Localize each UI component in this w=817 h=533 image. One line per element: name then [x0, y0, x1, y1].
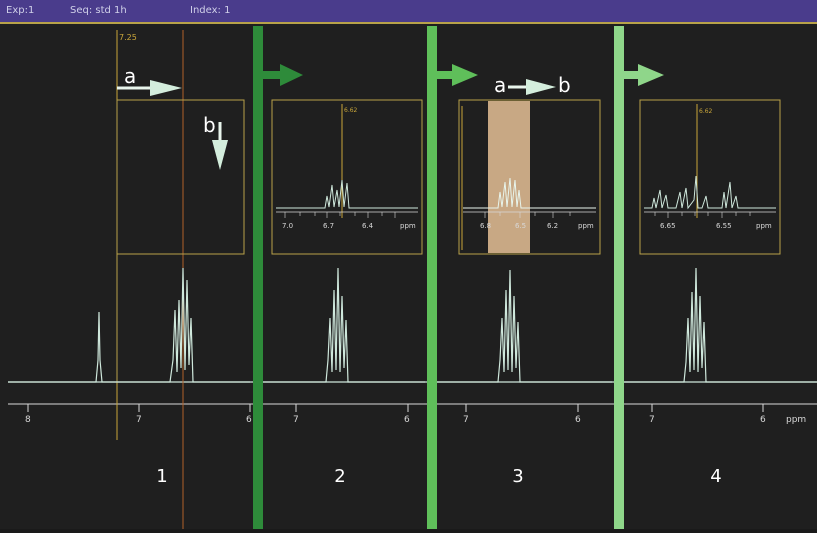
title-bar: Exp:1 Seq: std 1h Index: 1 [0, 0, 817, 24]
annotation-b: b [203, 113, 216, 137]
inset-unit-label: ppm [756, 222, 772, 230]
inset-cursor-readout: 6.62 [344, 107, 358, 114]
panel-number-4: 4 [710, 466, 721, 487]
inset-zoom-view[interactable] [271, 99, 423, 255]
inset-cursor-readout: 6.62 [699, 108, 713, 115]
inset-unit-label: ppm [578, 222, 594, 230]
spectrum-peaks-2 [263, 267, 425, 383]
panel-1: 7.25 a b 8 7 6 1 [8, 30, 252, 529]
integral-selection-region[interactable] [488, 101, 530, 253]
inset-unit-label: ppm [400, 222, 416, 230]
zoom-selection-box[interactable] [116, 99, 245, 255]
sequence-label: Seq: std 1h [70, 5, 127, 16]
axis-tick-label: 6 [246, 415, 252, 425]
axis-tick-label: 6 [760, 415, 766, 425]
annotation-a-to-b-b: b [558, 73, 571, 97]
arrow-a-to-b-icon [508, 79, 556, 95]
axis-tick-label: 6 [575, 415, 581, 425]
spectrum-view[interactable]: 7.25 a b 8 7 6 1 6.62 7.0 6.7 6.4 ppm 7 … [0, 24, 817, 529]
cursor-ppm-readout: 7.25 [119, 33, 137, 42]
panel-3: a b 6.8 6.5 6.2 ppm 7 6 3 [437, 73, 612, 487]
spectrum-peaks-4 [624, 267, 817, 383]
step-arrow-icon [280, 64, 303, 86]
inset-tick-label: 6.65 [660, 222, 676, 230]
step-arrow-icon [452, 64, 478, 86]
inset-zoom-view[interactable] [639, 99, 781, 255]
annotation-a-to-b-a: a [494, 73, 506, 97]
step-arrow-icon [638, 64, 664, 86]
axis-ticks-3 [465, 404, 579, 412]
panel-number-2: 2 [334, 466, 345, 487]
index-label: Index: 1 [190, 5, 231, 16]
annotation-a: a [124, 64, 136, 88]
axis-tick-label: 7 [649, 415, 655, 425]
axis-ticks-2 [295, 404, 409, 412]
spectrum-peaks-3 [437, 269, 612, 383]
axis-tick-label: 6 [404, 415, 410, 425]
axis-unit-label: ppm [786, 415, 806, 425]
inset-tick-label: 6.55 [716, 222, 732, 230]
spectrum-canvas[interactable]: 7.25 a b 8 7 6 1 6.62 7.0 6.7 6.4 ppm 7 … [0, 24, 817, 529]
inset-tick-label: 6.4 [362, 222, 374, 230]
axis-tick-label: 8 [25, 415, 31, 425]
panel-number-3: 3 [512, 466, 523, 487]
inset-tick-label: 6.5 [515, 222, 526, 230]
experiment-label: Exp:1 [6, 5, 35, 16]
panel-2: 6.62 7.0 6.7 6.4 ppm 7 6 2 [263, 99, 425, 487]
inset-tick-label: 7.0 [282, 222, 293, 230]
panel-number-1: 1 [156, 466, 167, 487]
panel-4: 6.62 6.65 6.55 ppm 7 6 ppm 4 [624, 99, 817, 487]
axis-tick-label: 7 [136, 415, 142, 425]
axis-tick-label: 7 [293, 415, 299, 425]
axis-ticks-1 [27, 404, 251, 412]
spectrum-peaks-1 [8, 267, 250, 383]
inset-tick-label: 6.7 [323, 222, 334, 230]
inset-tick-label: 6.2 [547, 222, 558, 230]
axis-ticks-4 [651, 404, 764, 412]
axis-tick-label: 7 [463, 415, 469, 425]
inset-tick-label: 6.8 [480, 222, 491, 230]
